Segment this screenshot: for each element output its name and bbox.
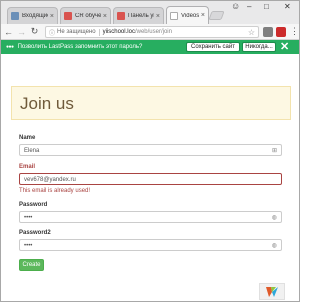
- password-label: Password: [19, 202, 48, 208]
- lastpass-bar: ●●● Позволить LastPass запомнить этот па…: [1, 40, 299, 54]
- email-value: vev678@yandex.ru: [24, 177, 76, 183]
- lastpass-icon[interactable]: [276, 27, 286, 37]
- tab-title: Входящие - vel: [22, 13, 48, 19]
- security-label: Не защищено: [57, 29, 96, 35]
- document-icon: [117, 12, 125, 20]
- tab-cr[interactable]: CR обучение ×: [60, 7, 111, 24]
- email-field[interactable]: vev678@yandex.ru: [19, 173, 282, 185]
- profile-icon[interactable]: ☺: [231, 1, 240, 11]
- lastpass-logo-icon: ●●●: [6, 44, 14, 50]
- tab-title: CR обучение: [75, 13, 101, 19]
- inbox-icon: [11, 12, 19, 20]
- name-field[interactable]: Elena ⊞: [19, 144, 282, 156]
- page-title: Join us: [20, 94, 74, 113]
- lastpass-field-icon[interactable]: ◍: [272, 241, 277, 251]
- tab-inbox[interactable]: Входящие - vel ×: [7, 7, 58, 24]
- tab-close-icon[interactable]: ×: [50, 13, 54, 20]
- email-label: Email: [19, 164, 36, 170]
- lastpass-prompt: Позволить LastPass запомнить этот пароль…: [17, 44, 143, 50]
- tab-title: Панель упра: [128, 13, 154, 19]
- password-field[interactable]: •••• ◍: [19, 211, 282, 223]
- info-icon[interactable]: ⓘ: [49, 28, 55, 37]
- document-icon: [64, 12, 72, 20]
- page-icon: [170, 11, 178, 20]
- tab-videoschool[interactable]: Videoschool ×: [166, 6, 209, 24]
- password-value: ••••: [24, 215, 33, 221]
- tab-panel[interactable]: Панель упра ×: [113, 7, 164, 24]
- browser-toolbar: ← → ↻ ⓘ Не защищено yiischool.loc /web/u…: [1, 24, 299, 40]
- tab-close-icon[interactable]: ×: [201, 12, 205, 19]
- divider: [98, 28, 100, 36]
- save-site-button[interactable]: Сохранить сайт: [186, 42, 240, 52]
- tab-title: Videoschool: [181, 12, 199, 19]
- menu-icon[interactable]: ⋮: [290, 26, 299, 37]
- name-label: Name: [19, 135, 36, 141]
- tab-close-icon[interactable]: ×: [103, 13, 107, 20]
- tab-strip: Входящие - vel × CR обучение × Панель уп…: [1, 1, 299, 24]
- reload-icon[interactable]: ↻: [29, 26, 40, 37]
- minimize-icon[interactable]: –: [247, 2, 251, 12]
- yii-logo-shape: [266, 286, 278, 297]
- browser-window: Входящие - vel × CR обучение × Панель уп…: [0, 0, 300, 302]
- email-error-message: This email is already used!: [19, 188, 91, 194]
- never-button[interactable]: Никогда...: [242, 42, 276, 52]
- tab-close-icon[interactable]: ×: [156, 13, 160, 20]
- close-window-icon[interactable]: ✕: [284, 2, 291, 12]
- forward-icon[interactable]: →: [16, 27, 27, 37]
- new-tab-button[interactable]: [208, 11, 225, 20]
- yii-logo-icon[interactable]: [259, 283, 285, 300]
- lastpass-field-icon[interactable]: ⊞: [272, 146, 277, 156]
- address-bar[interactable]: ⓘ Не защищено yiischool.loc /web/user/jo…: [45, 26, 259, 38]
- bookmark-star-icon[interactable]: ☆: [248, 28, 255, 37]
- url-host: yiischool.loc: [102, 29, 135, 35]
- extension-icon[interactable]: [263, 27, 273, 37]
- back-icon[interactable]: ←: [3, 27, 14, 37]
- password2-value: ••••: [24, 243, 33, 249]
- password2-field[interactable]: •••• ◍: [19, 239, 282, 251]
- password2-label: Password2: [19, 230, 51, 236]
- name-value: Elena: [24, 148, 40, 154]
- create-button[interactable]: Create: [19, 259, 44, 271]
- maximize-icon[interactable]: □: [264, 2, 269, 12]
- page-content: Join us Name Elena ⊞ Email vev678@yandex…: [1, 54, 299, 301]
- close-icon[interactable]: ✕: [280, 40, 289, 54]
- url-path: /web/user/join: [134, 29, 172, 35]
- lastpass-field-icon[interactable]: ◍: [272, 213, 277, 223]
- jumbotron: Join us: [11, 86, 291, 120]
